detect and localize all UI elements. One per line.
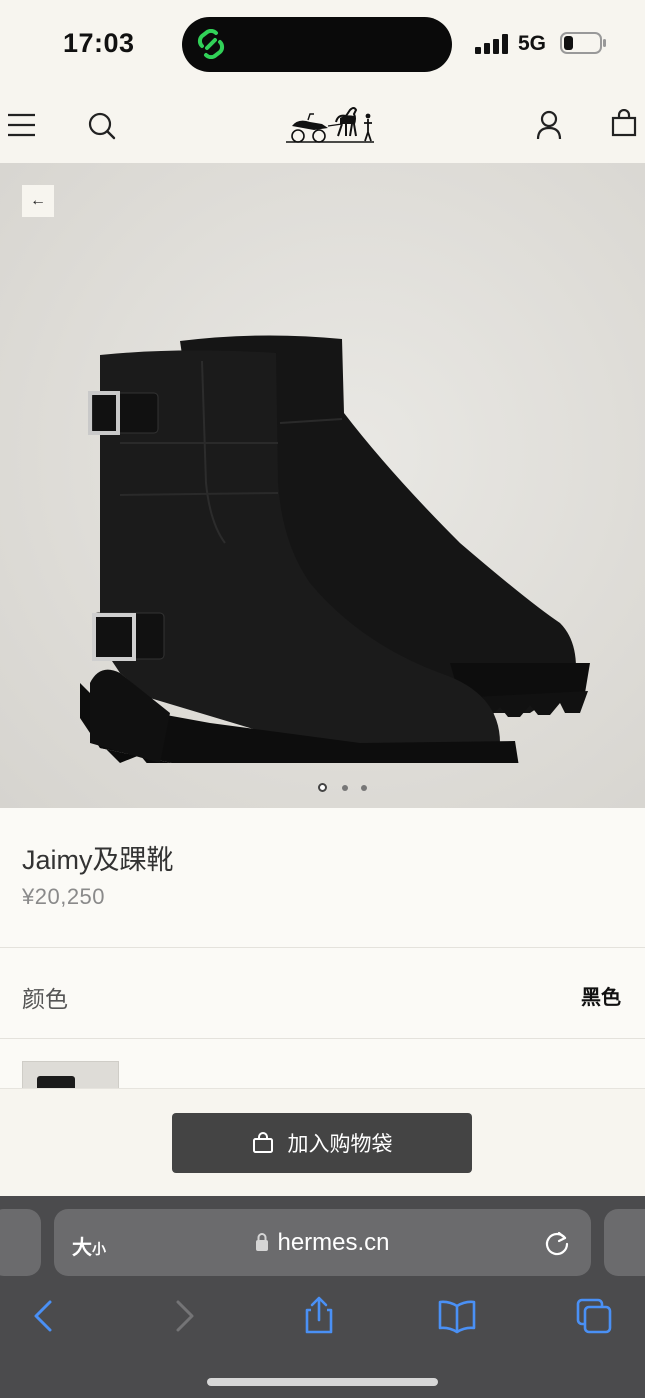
bookmarks-icon[interactable] — [437, 1296, 477, 1336]
add-to-bag-button[interactable]: 加入购物袋 — [172, 1113, 472, 1173]
user-icon[interactable] — [536, 110, 562, 140]
product-info: Jaimy及踝靴 ¥20,250 — [0, 808, 645, 947]
shopping-bag-icon[interactable] — [611, 109, 637, 137]
color-selector[interactable]: 颜色 黑色 — [0, 948, 645, 1038]
back-arrow-icon[interactable] — [24, 1296, 64, 1336]
forward-arrow-icon — [176, 1300, 194, 1332]
carousel-dot[interactable] — [318, 783, 327, 792]
address-bar[interactable]: 大小 hermes.cn — [54, 1209, 591, 1276]
url-display[interactable]: hermes.cn — [54, 1229, 591, 1257]
status-time: 17:03 — [63, 28, 135, 58]
home-indicator[interactable] — [207, 1378, 438, 1386]
tabs-icon[interactable] — [574, 1296, 614, 1336]
shopping-bag-icon — [252, 1132, 273, 1153]
color-swatch-black[interactable] — [22, 1061, 119, 1088]
network-label: 5G — [518, 32, 547, 55]
browser-toolbar: 大小 hermes.cn — [0, 1196, 645, 1398]
lock-icon — [256, 1233, 269, 1251]
cta-area: 加入购物袋 — [0, 1088, 645, 1196]
link-icon — [197, 29, 225, 59]
product-name: Jaimy及踝靴 — [22, 845, 174, 875]
color-value: 黑色 — [581, 987, 621, 1009]
search-icon[interactable] — [88, 112, 116, 140]
top-navigation — [0, 88, 645, 163]
carousel-dot[interactable] — [361, 785, 367, 791]
signal-icon — [475, 34, 508, 54]
product-price: ¥20,250 — [22, 884, 106, 909]
dynamic-island[interactable] — [182, 17, 452, 72]
url-text: hermes.cn — [277, 1229, 390, 1256]
status-bar: 17:03 5G — [0, 0, 645, 88]
swatch-thumbnail — [37, 1076, 75, 1088]
reload-icon[interactable] — [543, 1228, 571, 1256]
color-label: 颜色 — [22, 986, 68, 1012]
add-to-bag-label: 加入购物袋 — [287, 1133, 393, 1156]
carousel-indicator — [318, 783, 378, 795]
carousel-dot[interactable] — [342, 785, 348, 791]
next-tab-preview[interactable] — [604, 1209, 645, 1276]
share-icon[interactable] — [299, 1296, 339, 1336]
back-arrow-button[interactable]: ← — [22, 185, 54, 217]
color-swatches — [0, 1039, 645, 1088]
product-image-carousel[interactable]: ← — [0, 163, 645, 808]
previous-tab-preview[interactable] — [0, 1209, 41, 1276]
hermes-carriage-logo[interactable] — [284, 102, 376, 146]
menu-icon[interactable] — [8, 113, 35, 137]
product-image-boots — [80, 335, 590, 763]
battery-icon — [560, 32, 606, 54]
